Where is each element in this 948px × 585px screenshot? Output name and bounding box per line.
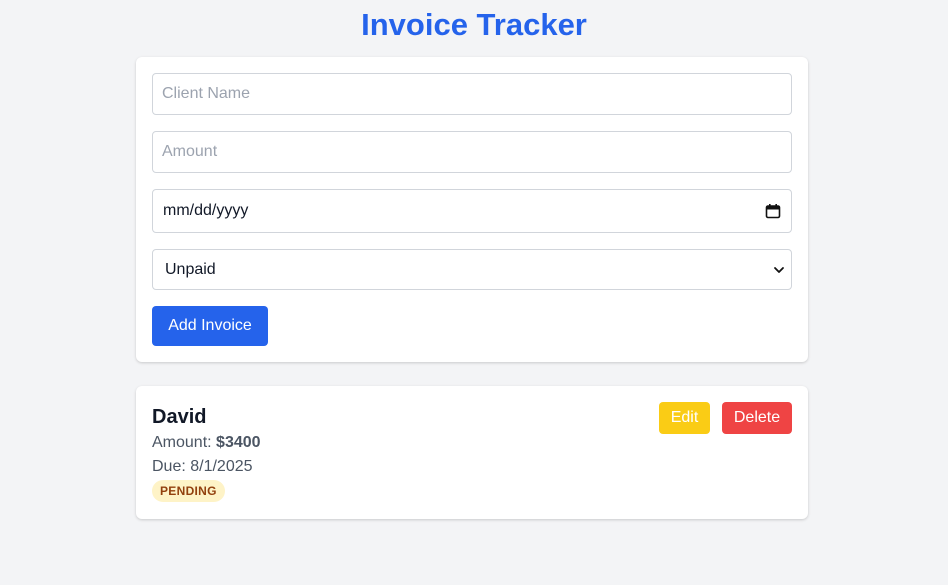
- invoice-amount-value: $3400: [216, 434, 261, 451]
- invoice-form: mm/dd/yyyy Unpaid Add Invoice: [136, 57, 808, 362]
- invoice-amount-label: Amount:: [152, 434, 212, 451]
- add-invoice-button[interactable]: Add Invoice: [152, 306, 268, 346]
- invoice-card: David Amount: $3400 Due: 8/1/2025 PENDIN…: [136, 386, 808, 519]
- invoice-amount: Amount: $3400: [152, 433, 261, 453]
- chevron-down-icon: [773, 264, 785, 276]
- delete-button[interactable]: Delete: [722, 402, 792, 434]
- status-select-value: Unpaid: [165, 260, 216, 278]
- status-badge: PENDING: [152, 480, 225, 502]
- due-date-text: mm/dd/yyyy: [163, 202, 249, 219]
- invoice-client-name: David: [152, 406, 207, 428]
- calendar-icon[interactable]: [765, 203, 781, 219]
- edit-button[interactable]: Edit: [659, 402, 710, 434]
- client-name-input[interactable]: [152, 73, 792, 115]
- amount-input[interactable]: [152, 131, 792, 173]
- status-select[interactable]: Unpaid: [152, 249, 792, 290]
- due-date-input[interactable]: mm/dd/yyyy: [152, 189, 792, 233]
- page-title: Invoice Tracker: [361, 7, 587, 42]
- invoice-due-date: Due: 8/1/2025: [152, 458, 253, 475]
